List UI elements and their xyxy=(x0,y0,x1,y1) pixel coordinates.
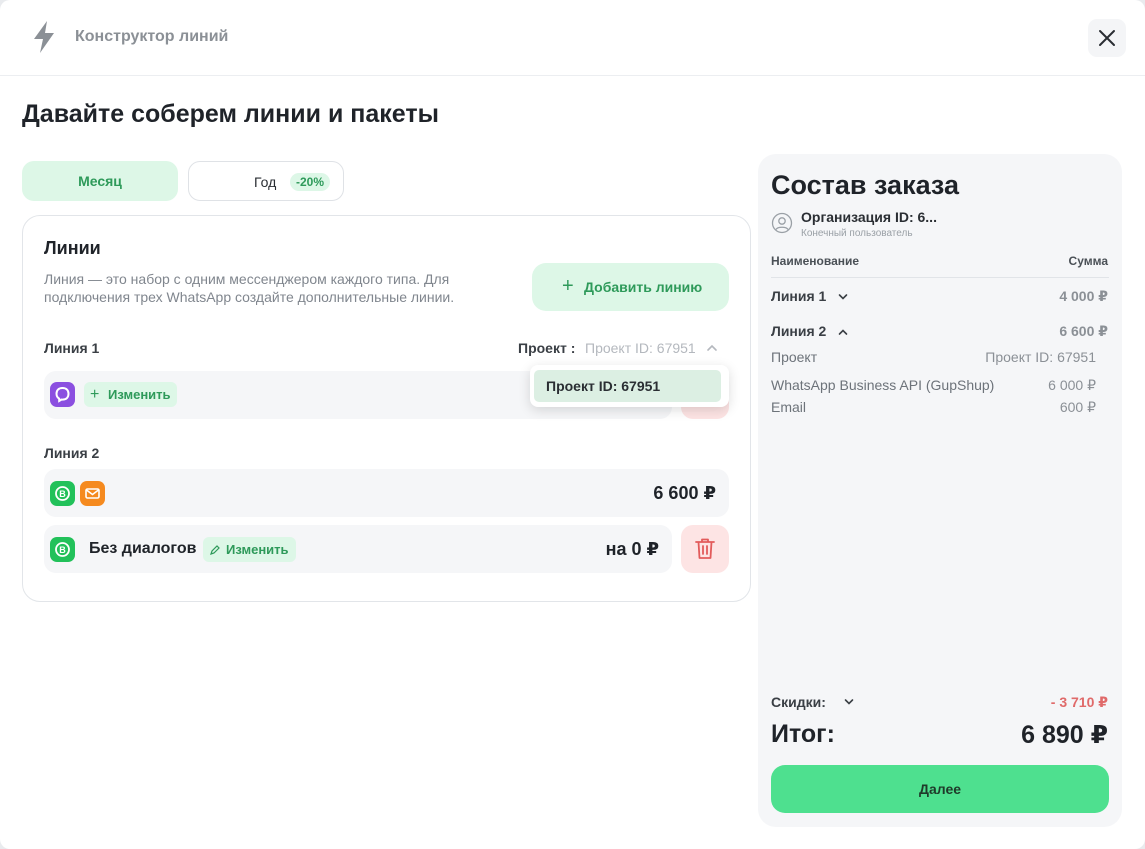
svg-text:B: B xyxy=(59,489,66,499)
organization-name: Организация ID: 6... xyxy=(801,209,937,225)
plus-icon: + xyxy=(562,275,574,297)
plus-icon: + xyxy=(90,386,100,403)
package-price: на 0 ₽ xyxy=(605,539,659,559)
add-line-button[interactable]: + Добавить линию xyxy=(532,263,729,311)
summary-title: Состав заказа xyxy=(771,170,960,200)
project-dropdown-option[interactable]: Проект ID: 67951 xyxy=(534,370,721,402)
order-summary: Состав заказа Организация ID: 6... Конеч… xyxy=(758,154,1122,827)
pencil-icon xyxy=(210,545,220,555)
total-value: 6 890 ₽ xyxy=(1021,721,1108,749)
period-month-tab[interactable]: Месяц xyxy=(22,161,178,201)
modal-header: Конструктор линий xyxy=(0,0,1145,76)
detail-value: 600 ₽ xyxy=(1059,399,1096,415)
user-icon xyxy=(771,212,793,234)
package-row: B Без диалогов Изменить на 0 ₽ xyxy=(44,525,672,573)
lightning-icon xyxy=(34,21,54,53)
package-change-button[interactable]: Изменить xyxy=(203,537,296,562)
total-label: Итог: xyxy=(771,720,835,748)
package-delete-button[interactable] xyxy=(681,525,729,573)
whatsapp-business-icon: B xyxy=(50,481,75,506)
detail-name: WhatsApp Business API (GupShup) xyxy=(771,377,995,393)
period-year-tab[interactable]: Год -20% xyxy=(188,161,344,201)
organization-role: Конечный пользователь xyxy=(801,228,913,239)
next-button[interactable]: Далее xyxy=(771,765,1109,813)
page-title: Давайте соберем линии и пакеты xyxy=(22,100,439,128)
year-discount-badge: -20% xyxy=(290,173,331,191)
discount-toggle[interactable]: Скидки: xyxy=(771,694,826,710)
package-name: Без диалогов xyxy=(89,540,197,557)
project-select[interactable]: Проект ID: 67951 xyxy=(585,340,696,356)
chevron-down-icon[interactable] xyxy=(844,698,854,706)
add-line-label: Добавить линию xyxy=(584,279,703,295)
line-constructor-modal: Конструктор линий Давайте соберем линии … xyxy=(0,0,1145,849)
chevron-up-icon[interactable] xyxy=(706,343,718,353)
column-name-header: Наименование xyxy=(771,254,860,268)
svg-text:B: B xyxy=(59,545,66,555)
column-sum-header: Сумма xyxy=(1068,254,1108,268)
chevron-up-icon xyxy=(838,329,848,335)
summary-line-1[interactable]: Линия 1 xyxy=(771,288,848,304)
viber-icon xyxy=(50,382,75,407)
line-2-price: 6 600 ₽ xyxy=(653,483,716,503)
line-1-label: Линия 1 xyxy=(44,340,100,356)
summary-divider xyxy=(771,277,1109,278)
period-year-label: Год xyxy=(254,174,277,190)
close-button[interactable] xyxy=(1088,19,1126,57)
project-label: Проект : xyxy=(518,340,576,356)
line-2-row: B 6 600 ₽ xyxy=(44,469,729,517)
line-1-change-button[interactable]: + Изменить xyxy=(84,382,177,407)
lines-card: Линии Линия — это набор с одним мессендж… xyxy=(22,215,751,602)
project-dropdown: Проект ID: 67951 xyxy=(530,365,729,407)
lines-title: Линии xyxy=(44,238,101,258)
detail-value: Проект ID: 67951 xyxy=(985,349,1096,365)
summary-line-1-price: 4 000 ₽ xyxy=(1059,288,1108,304)
trash-icon xyxy=(695,538,715,559)
whatsapp-business-icon: B xyxy=(50,537,75,562)
detail-name: Проект xyxy=(771,349,818,365)
detail-name: Email xyxy=(771,399,807,415)
line-2-label: Линия 2 xyxy=(44,445,100,461)
chevron-down-icon xyxy=(838,294,848,300)
email-icon xyxy=(80,481,105,506)
close-icon xyxy=(1099,30,1115,46)
summary-line-2[interactable]: Линия 2 xyxy=(771,323,848,339)
detail-value: 6 000 ₽ xyxy=(1048,377,1096,393)
lines-description: Линия — это набор с одним мессенджером к… xyxy=(44,271,455,305)
discount-value: - 3 710 ₽ xyxy=(1050,694,1108,710)
header-title: Конструктор линий xyxy=(75,28,229,45)
summary-line-2-price: 6 600 ₽ xyxy=(1059,323,1108,339)
